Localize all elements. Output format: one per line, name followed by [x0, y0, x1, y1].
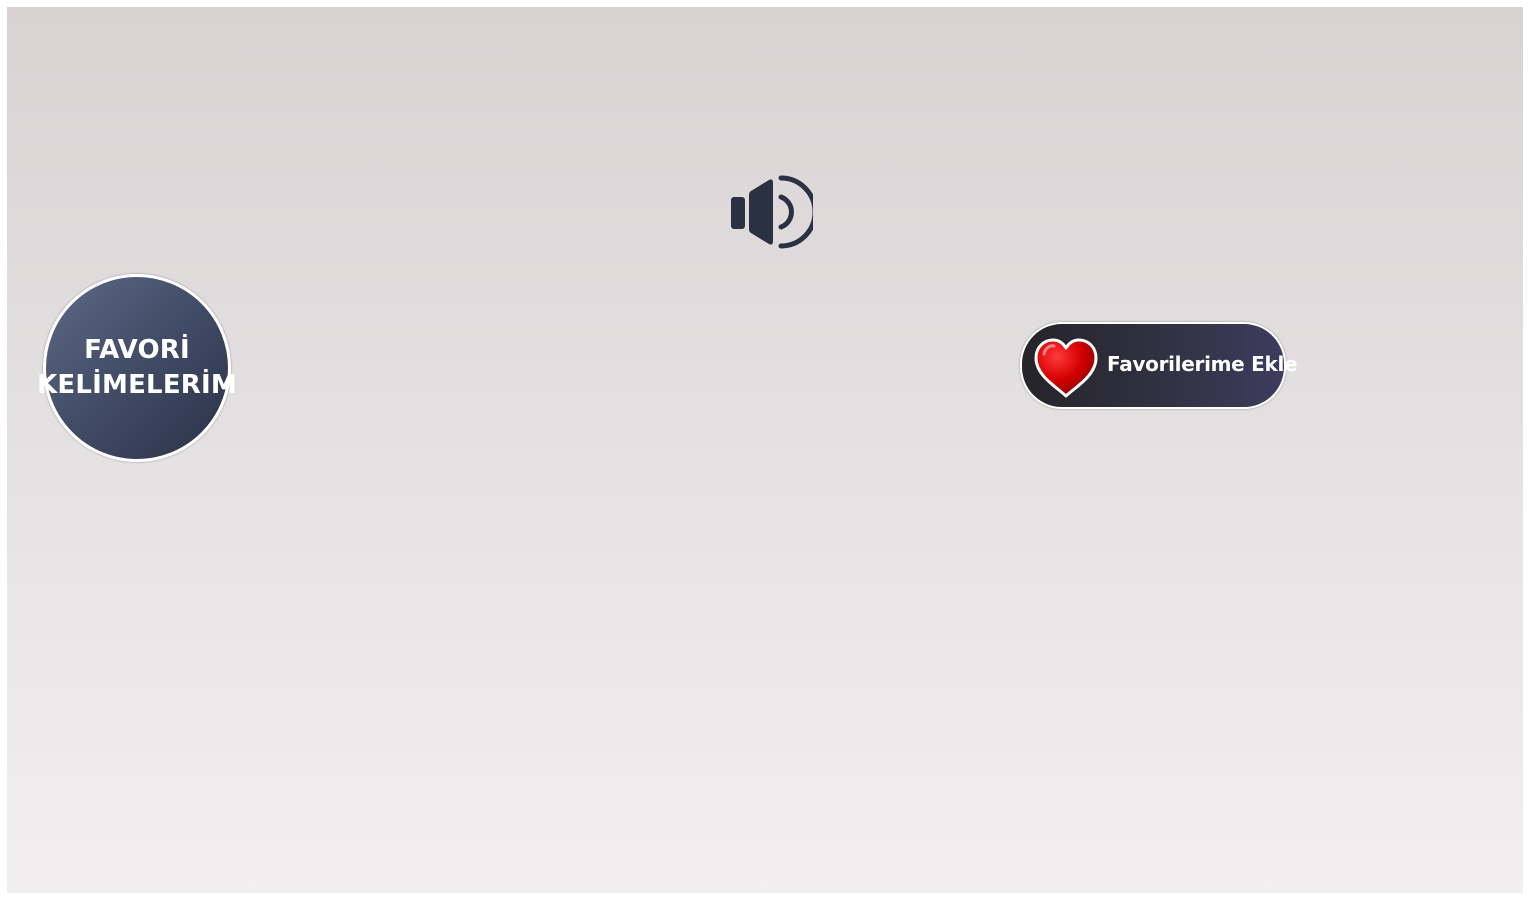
content-area: FAVORİ KELİMELERİM Favorilerime Ekle — [7, 7, 1523, 893]
favorite-words-label-line1: FAVORİ — [84, 335, 190, 365]
add-to-favorites-label: Favorilerime Ekle — [1107, 352, 1298, 376]
speaker-volume-icon — [731, 175, 818, 249]
heart-icon — [1034, 338, 1098, 398]
speaker-button[interactable] — [723, 167, 818, 257]
favorite-words-button[interactable]: FAVORİ KELİMELERİM — [37, 274, 237, 462]
favorite-words-label-line2: KELİMELERİM — [37, 370, 237, 400]
add-to-favorites-button[interactable]: Favorilerime Ekle — [1020, 322, 1298, 409]
